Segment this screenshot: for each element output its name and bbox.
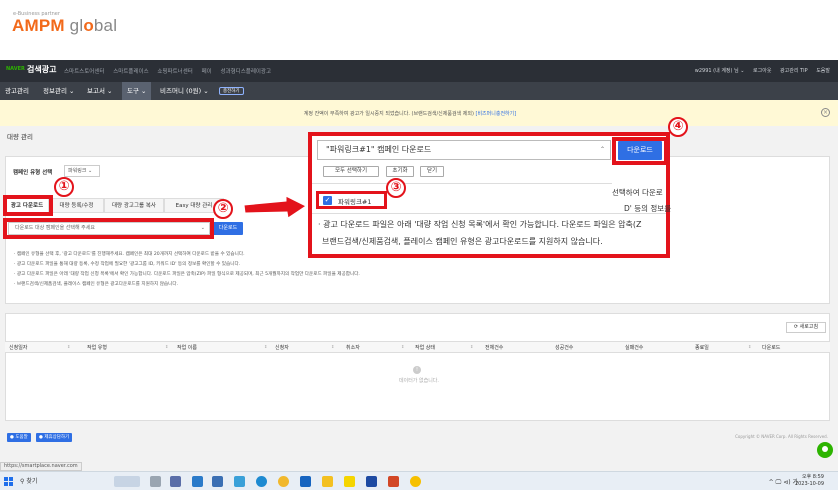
nav-bizmoney[interactable]: 비즈머니 (0원) ⌄ <box>155 82 214 100</box>
popup-bg-text-1: 선택하여 다운로 <box>612 188 663 197</box>
tip-link[interactable]: 광고관리 TIP <box>780 68 808 74</box>
link-smartstore[interactable]: 스마트스토어센터 <box>64 69 104 75</box>
taskbar-app-icon[interactable] <box>234 476 245 487</box>
partner-consult-button[interactable]: ● 제휴상담하기 <box>36 433 73 442</box>
close-icon[interactable]: × <box>821 108 830 117</box>
system-tray[interactable]: ^ 🖵 ⊲) 가 <box>769 477 798 487</box>
th-requester[interactable]: 신청자 <box>275 344 289 351</box>
notice-text: 계정 잔액이 부족하여 광고가 일시중지 되었습니다. (브랜드검색/신제품검색… <box>303 111 476 117</box>
account-menu: w2991 (내 계정) 님 ⌄ 로그아웃 광고관리 TIP 도움말 <box>688 67 830 74</box>
logo-bar: e-Business partner AMPM global <box>0 0 838 60</box>
th-fail: 실패건수 <box>625 345 644 351</box>
explorer-icon[interactable] <box>322 476 333 487</box>
th-download: 다운로드 <box>762 345 781 351</box>
notice-banner: 계정 잔액이 부족하여 광고가 일시중지 되었습니다. (브랜드검색/신제품검색… <box>0 100 838 126</box>
empty-message: 데이터가 없습니다. <box>399 378 439 384</box>
popup-info-line-2: 브랜드검색/신제품검색, 플레이스 캠페인 유형은 광고다운로드를 지원하지 않… <box>322 237 603 246</box>
chrome-icon[interactable] <box>278 476 289 487</box>
logout-link[interactable]: 로그아웃 <box>753 68 771 74</box>
link-shopping[interactable]: 쇼핑파트너센터 <box>157 69 192 75</box>
kakaotalk-icon[interactable] <box>344 476 355 487</box>
link-smartplace[interactable]: 스마트플레이스 <box>113 69 148 75</box>
taskbar-app-icon[interactable] <box>410 476 421 487</box>
clock[interactable]: 오후 8:59 2023-10-09 <box>795 474 824 488</box>
word-icon[interactable] <box>366 476 377 487</box>
popup-title: "파워링크#1" 캠페인 다운로드 ⌃ <box>317 140 611 160</box>
campaign-type-select[interactable]: 파워링크 ⌄ <box>64 165 100 177</box>
th-job-type[interactable]: 작업 유형 <box>87 344 107 351</box>
download-button[interactable]: 다운로드 <box>618 141 662 160</box>
th-total: 전체건수 <box>485 345 504 351</box>
popup-info-line-1: · 광고 다운로드 파일은 아래 '대량 작업 신청 목록'에서 확인 가능합니… <box>318 220 642 229</box>
tab-bulk-edit[interactable]: 대량 등록/수정 <box>49 198 104 213</box>
naver-header: NAVER 검색광고 스마트스토어센터 스마트플레이스 쇼핑파트너센터 페이 성… <box>0 60 838 82</box>
service-title[interactable]: 검색광고 <box>27 64 56 75</box>
account-name[interactable]: w2991 (내 계정) 님 ⌄ <box>695 68 745 74</box>
nav-info-manage[interactable]: 정보관리 ⌄ <box>38 82 79 100</box>
naver-brand: NAVER <box>6 66 25 72</box>
help-button[interactable]: ● 도움말 <box>7 433 31 442</box>
task-view-icon[interactable] <box>150 476 161 487</box>
annotation-number-3: ③ <box>386 178 406 198</box>
nav-tools[interactable]: 도구 ⌄ <box>122 82 152 100</box>
th-status[interactable]: 작업 상태 <box>415 344 435 351</box>
windows-start-icon[interactable] <box>4 477 13 486</box>
nav-ad-manage[interactable]: 광고관리 <box>0 82 34 100</box>
info-icon: ! <box>413 366 421 374</box>
close-button[interactable]: 닫기 <box>420 166 444 177</box>
campaign-type-label: 캠페인 유형 선택 <box>13 170 53 176</box>
annotation-box-tab <box>3 195 53 216</box>
annotation-number-2: ② <box>213 199 233 219</box>
campaign-checkbox-label[interactable]: 파워링크#1 <box>338 196 372 206</box>
edge-icon[interactable] <box>256 476 267 487</box>
th-success: 성공건수 <box>555 345 574 351</box>
taskbar-app-icon[interactable] <box>114 476 140 487</box>
service-links: 스마트스토어센터 스마트플레이스 쇼핑파트너센터 페이 성과형디스플레이광고 <box>64 67 278 75</box>
th-canceler[interactable]: 취소자 <box>346 344 360 351</box>
arrow-right-icon <box>243 196 307 219</box>
table-header: 신청일자 ⇕ 작업 유형 ⇕ 작업 이름 ⇕ 신청자 ⇕ 취소자 ⇕ 작업 상태 ⇕ 전체건… <box>5 341 830 353</box>
help-link[interactable]: 도움말 <box>816 68 830 74</box>
campaign-checkbox[interactable]: ✓ <box>323 196 332 205</box>
annotation-number-1: ① <box>54 177 74 197</box>
charge-button[interactable]: 충전하기 <box>219 87 244 95</box>
annotation-number-4: ④ <box>668 117 688 137</box>
link-pay[interactable]: 페이 <box>202 69 212 75</box>
popup-bg-text-2: D' 등의 정보를 <box>624 204 672 213</box>
powerpoint-icon[interactable] <box>388 476 399 487</box>
copyright: Copyright © NAVER Corp. All Rights Reser… <box>735 434 828 439</box>
ampm-logo[interactable]: AMPM global <box>12 16 117 36</box>
taskbar-app-icon[interactable] <box>170 476 181 487</box>
link-display-ads[interactable]: 성과형디스플레이광고 <box>220 69 271 75</box>
taskbar-search[interactable]: ⚲ 찾기 <box>20 475 108 488</box>
taskbar-app-icon[interactable] <box>212 476 223 487</box>
reset-button[interactable]: 초기화 <box>386 166 414 177</box>
select-all-button[interactable]: 모두 선택하기 <box>323 166 379 177</box>
page-title: 대량 관리 <box>7 133 33 141</box>
annotation-box-select <box>3 218 214 239</box>
nav-report[interactable]: 보고서 ⌄ <box>82 82 117 100</box>
refresh-button[interactable]: ⟳ 새로고침 <box>786 322 826 333</box>
th-request-date[interactable]: 신청일자 <box>9 344 27 351</box>
th-job-name[interactable]: 작업 이름 <box>177 344 197 351</box>
taskbar-app-icon[interactable] <box>192 476 203 487</box>
chevron-up-icon[interactable]: ⌃ <box>600 141 605 159</box>
th-end-date[interactable]: 종료일 <box>695 344 709 351</box>
charge-link[interactable]: [비즈머니충전하기] <box>476 111 517 117</box>
download-button-small[interactable]: 다운로드 <box>213 222 243 235</box>
windows-taskbar: ⚲ 찾기 ^ 🖵 ⊲) 가 오후 8:59 2023-10-09 <box>0 471 838 490</box>
tab-group-copy[interactable]: 대량 광고그룹 복사 <box>104 198 164 213</box>
search-icon: ⚲ <box>20 478 25 485</box>
status-url: https://smartplace.naver.com <box>0 462 82 471</box>
chat-help-icon[interactable] <box>817 442 833 458</box>
outlook-icon[interactable] <box>300 476 311 487</box>
main-nav: 광고관리 정보관리 ⌄ 보고서 ⌄ 도구 ⌄ 비즈머니 (0원) ⌄ 충전하기 <box>0 82 838 100</box>
